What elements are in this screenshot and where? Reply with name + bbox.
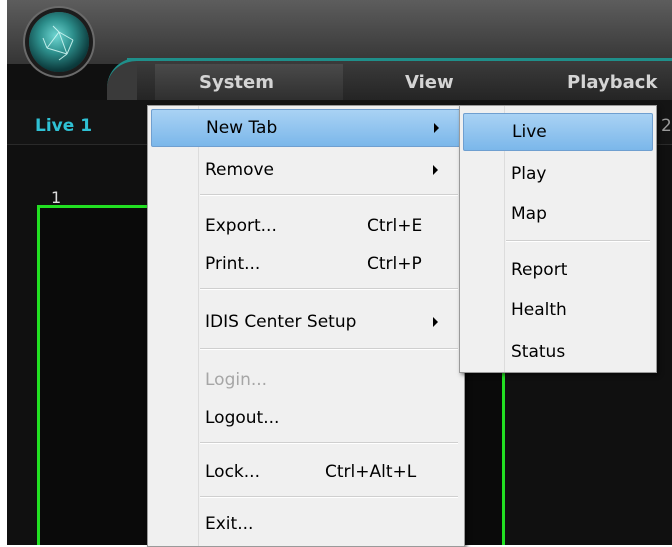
menu-item-label: Exit... <box>205 514 254 534</box>
submenu-separator <box>506 240 650 242</box>
submenu-item-health[interactable]: Health <box>463 292 651 328</box>
menu-bar-curve <box>107 58 137 106</box>
submenu-item-live[interactable]: Live <box>463 113 653 151</box>
menu-item-shortcut: Ctrl+E <box>367 216 423 236</box>
new-tab-submenu: Live Play Map Report Health Status <box>459 105 657 373</box>
submenu-arrow-icon <box>433 165 438 175</box>
submenu-item-label: Report <box>511 260 568 280</box>
menu-separator <box>200 194 458 196</box>
menu-item-login: Login... <box>151 362 459 398</box>
menu-playback[interactable]: Playback <box>567 72 657 93</box>
submenu-item-play[interactable]: Play <box>463 156 651 192</box>
menu-item-label: Export... <box>205 216 277 236</box>
menu-item-label: Login... <box>205 370 268 390</box>
menu-separator <box>200 442 458 444</box>
submenu-item-map[interactable]: Map <box>463 196 651 232</box>
network-globe-logo-icon <box>42 25 74 61</box>
menu-item-label: Remove <box>205 160 274 180</box>
submenu-item-report[interactable]: Report <box>463 252 651 288</box>
menu-item-logout[interactable]: Logout... <box>151 400 459 436</box>
menu-item-shortcut: Ctrl+P <box>367 254 422 274</box>
submenu-item-label: Map <box>511 204 547 224</box>
menu-item-label: New Tab <box>206 118 278 138</box>
submenu-item-status[interactable]: Status <box>463 334 651 370</box>
submenu-item-label: Play <box>511 164 547 184</box>
submenu-item-label: Live <box>512 122 547 142</box>
menu-separator <box>200 288 458 290</box>
menu-item-print[interactable]: Print... Ctrl+P <box>151 246 459 282</box>
menu-item-shortcut: Ctrl+Alt+L <box>325 462 417 482</box>
menu-separator <box>200 348 458 350</box>
submenu-item-label: Status <box>511 342 566 362</box>
menu-separator <box>200 496 458 498</box>
menu-item-label: Logout... <box>205 408 280 428</box>
menu-item-label: IDIS Center Setup <box>205 312 357 332</box>
menu-system[interactable]: System <box>199 72 274 93</box>
app-logo-icon[interactable] <box>29 12 89 72</box>
menu-view[interactable]: View <box>405 72 454 93</box>
menu-item-export[interactable]: Export... Ctrl+E <box>151 208 459 244</box>
menu-item-new-tab[interactable]: New Tab <box>151 109 461 147</box>
menu-item-exit[interactable]: Exit... <box>151 506 459 542</box>
menu-item-lock[interactable]: Lock... Ctrl+Alt+L <box>151 454 459 490</box>
menu-item-label: Lock... <box>205 462 260 482</box>
menu-item-remove[interactable]: Remove <box>151 152 459 188</box>
system-dropdown-menu: New Tab Remove Export... Ctrl+E Print...… <box>147 105 465 547</box>
menu-item-label: Print... <box>205 254 261 274</box>
tab-live-1[interactable]: Live 1 <box>35 116 92 136</box>
menu-item-idis-center-setup[interactable]: IDIS Center Setup <box>151 304 459 340</box>
submenu-arrow-icon <box>434 123 439 133</box>
tab-2-partial[interactable]: 2 <box>661 116 672 136</box>
submenu-item-label: Health <box>511 300 567 320</box>
title-bar <box>7 0 672 64</box>
submenu-arrow-icon <box>433 317 438 327</box>
viewport-number: 1 <box>51 188 62 207</box>
